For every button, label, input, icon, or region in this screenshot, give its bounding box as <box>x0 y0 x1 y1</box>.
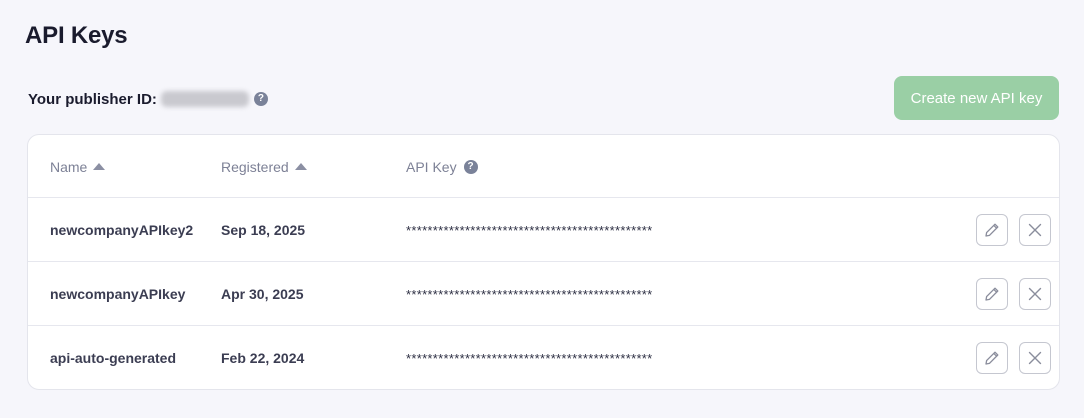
api-key-registered-date: Feb 22, 2024 <box>221 350 305 366</box>
publisher-id-value-redacted <box>160 91 249 107</box>
api-key-name: newcompanyAPIkey2 <box>50 222 194 238</box>
edit-button[interactable] <box>976 342 1008 374</box>
api-key-registered-date: Sep 18, 2025 <box>221 222 306 238</box>
column-header-name[interactable]: Name <box>50 135 106 198</box>
help-icon[interactable]: ? <box>253 92 268 106</box>
table-row: newcompanyAPIkey2 Sep 18, 2025 *********… <box>28 198 1059 262</box>
help-icon[interactable]: ? <box>463 159 478 174</box>
sort-ascending-icon[interactable] <box>294 163 307 170</box>
close-icon <box>1028 223 1042 237</box>
publisher-id-label: Your publisher ID: <box>28 90 157 108</box>
pencil-icon <box>985 351 999 365</box>
close-icon <box>1028 351 1042 365</box>
sort-ascending-icon[interactable] <box>93 163 106 170</box>
delete-button[interactable] <box>1019 278 1051 310</box>
close-icon <box>1028 287 1042 301</box>
api-key-masked-value: ****************************************… <box>406 350 653 366</box>
column-header-name-label: Name <box>50 158 88 175</box>
edit-button[interactable] <box>976 214 1008 246</box>
column-header-registered-label: Registered <box>221 158 289 175</box>
api-key-name: api-auto-generated <box>50 350 177 366</box>
column-header-api-key-label: API Key <box>406 158 457 175</box>
create-api-key-button[interactable]: Create new API key <box>894 76 1059 120</box>
api-key-masked-value: ****************************************… <box>406 222 653 238</box>
edit-button[interactable] <box>976 278 1008 310</box>
api-key-registered-date: Apr 30, 2025 <box>221 286 304 302</box>
table-header: Name Registered API Key ? <box>28 135 1059 198</box>
pencil-icon <box>985 287 999 301</box>
pencil-icon <box>985 223 999 237</box>
publisher-id-row: Your publisher ID: ? <box>28 89 268 109</box>
delete-button[interactable] <box>1019 342 1051 374</box>
api-key-name: newcompanyAPIkey <box>50 286 186 302</box>
column-header-registered[interactable]: Registered <box>221 135 307 198</box>
delete-button[interactable] <box>1019 214 1051 246</box>
table-row: api-auto-generated Feb 22, 2024 ********… <box>28 326 1059 389</box>
table-row: newcompanyAPIkey Apr 30, 2025 **********… <box>28 262 1059 326</box>
api-keys-table: Name Registered API Key ? newcompanyAPIk… <box>27 134 1060 390</box>
page-title: API Keys <box>25 22 128 49</box>
column-header-api-key: API Key ? <box>406 135 478 198</box>
api-key-masked-value: ****************************************… <box>406 286 653 302</box>
